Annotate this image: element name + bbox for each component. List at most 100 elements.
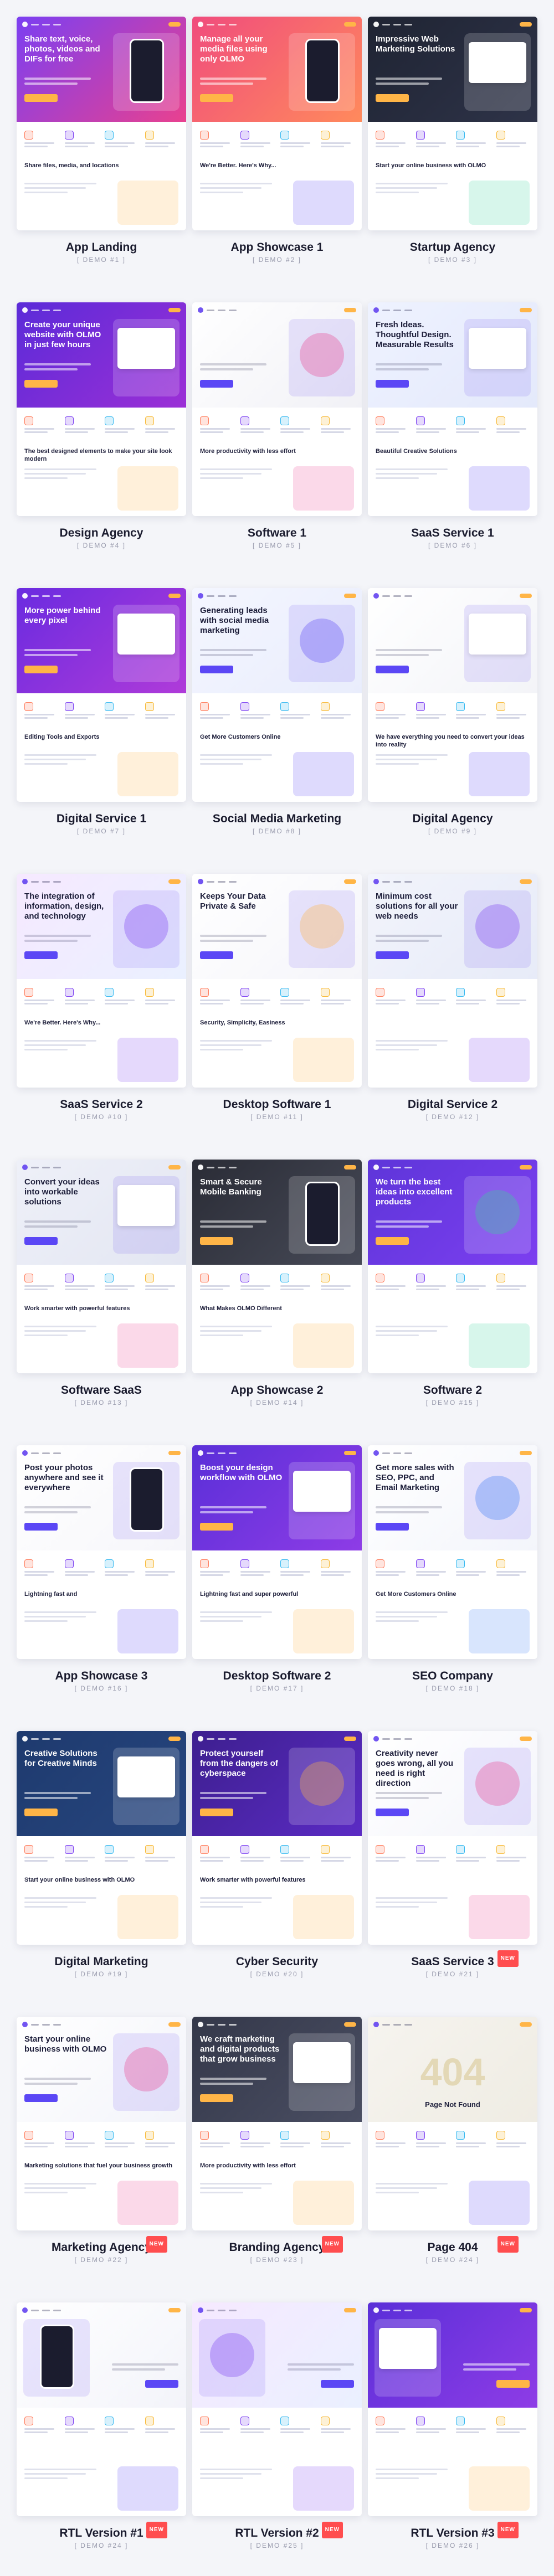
demo-thumbnail[interactable]: Post your photos anywhere and see it eve… — [17, 1445, 186, 1659]
demo-thumbnail[interactable]: Create your unique website with OLMO in … — [17, 302, 186, 516]
nav-cta — [520, 1165, 532, 1169]
demo-thumbnail[interactable]: Fresh Ideas. Thoughtful Design. Measurab… — [368, 302, 537, 516]
demo-thumbnail[interactable]: Start your online business with OLMO Mark… — [17, 2017, 186, 2230]
demo-thumbnail[interactable] — [368, 2302, 537, 2516]
demo-card[interactable]: More productivity with less effort Softwa… — [192, 302, 362, 549]
hero-text-lines — [112, 2363, 178, 2373]
demo-title[interactable]: RTL Version #2 NEW — [192, 2522, 362, 2541]
demo-title[interactable]: Marketing Agency NEW — [17, 2236, 186, 2255]
demo-title[interactable]: App Showcase 1 — [192, 240, 362, 255]
feature-icon — [496, 416, 505, 425]
thumbnail-hero-title: Post your photos anywhere and see it eve… — [24, 1463, 104, 1492]
demo-thumbnail[interactable]: Convert your ideas into workable solutio… — [17, 1160, 186, 1373]
demo-thumbnail[interactable]: More power behind every pixel Editing Too… — [17, 588, 186, 802]
demo-card[interactable]: Creativity never goes wrong, all you nee… — [368, 1731, 537, 1978]
thumbnail-hero: We turn the best ideas into excellent pr… — [368, 1160, 537, 1265]
demo-thumbnail[interactable]: Creative Solutions for Creative Minds Sta… — [17, 1731, 186, 1945]
feature-icon — [240, 1559, 249, 1568]
demo-title[interactable]: App Showcase 3 — [17, 1669, 186, 1683]
demo-thumbnail[interactable]: We turn the best ideas into excellent pr… — [368, 1160, 537, 1373]
demo-thumbnail[interactable]: Manage all your media files using only O… — [192, 17, 362, 230]
demo-thumbnail[interactable]: Share text, voice, photos, videos and DI… — [17, 17, 186, 230]
demo-title[interactable]: Software SaaS — [17, 1383, 186, 1398]
demo-title[interactable]: Branding Agency NEW — [192, 2236, 362, 2255]
demo-thumbnail[interactable]: Smart & Secure Mobile Banking What Makes … — [192, 1160, 362, 1373]
demo-title[interactable]: Software 1 — [192, 526, 362, 540]
demo-card[interactable]: Get more sales with SEO, PPC, and Email … — [368, 1445, 537, 1692]
demo-card[interactable]: Generating leads with social media marke… — [192, 588, 362, 835]
demo-thumbnail[interactable]: Keeps Your Data Private & Safe Security, … — [192, 874, 362, 1088]
demo-card[interactable]: We turn the best ideas into excellent pr… — [368, 1160, 537, 1407]
demo-thumbnail[interactable]: Minimum cost solutions for all your web … — [368, 874, 537, 1088]
demo-card[interactable]: More power behind every pixel Editing Too… — [17, 588, 186, 835]
demo-title[interactable]: Page 404 NEW — [368, 2236, 537, 2255]
demo-number: [ DEMO #17 ] — [250, 1684, 304, 1692]
demo-title[interactable]: Social Media Marketing — [192, 812, 362, 826]
section-image — [293, 1609, 354, 1653]
demo-card[interactable]: Convert your ideas into workable solutio… — [17, 1160, 186, 1407]
demo-title[interactable]: Desktop Software 2 — [192, 1669, 362, 1683]
demo-title[interactable]: SaaS Service 2 — [17, 1098, 186, 1112]
demo-card[interactable]: The integration of information, design, … — [17, 874, 186, 1121]
demo-card[interactable]: Smart & Secure Mobile Banking What Makes … — [192, 1160, 362, 1407]
demo-thumbnail[interactable]: Boost your design workflow with OLMO Ligh… — [192, 1445, 362, 1659]
demo-thumbnail[interactable] — [192, 2302, 362, 2516]
demo-card[interactable]: RTL Version #3 NEW[ DEMO #26 ] — [368, 2302, 537, 2549]
demo-title[interactable]: Cyber Security — [192, 1955, 362, 1969]
demo-title[interactable]: RTL Version #1 NEW — [17, 2522, 186, 2541]
demo-thumbnail[interactable]: Generating leads with social media marke… — [192, 588, 362, 802]
demo-title[interactable]: SaaS Service 1 — [368, 526, 537, 540]
demo-card[interactable]: Keeps Your Data Private & Safe Security, … — [192, 874, 362, 1121]
section-text-lines — [376, 468, 448, 482]
feature-icon — [24, 702, 33, 711]
demo-title[interactable]: Digital Service 1 — [17, 812, 186, 826]
demo-card[interactable]: RTL Version #1 NEW[ DEMO #24 ] — [17, 2302, 186, 2549]
feature-icon — [105, 131, 114, 140]
demo-thumbnail[interactable]: We have everything you need to convert y… — [368, 588, 537, 802]
demo-card[interactable]: Boost your design workflow with OLMO Ligh… — [192, 1445, 362, 1692]
demo-title[interactable]: Digital Service 2 — [368, 1098, 537, 1112]
demo-title[interactable]: Software 2 — [368, 1383, 537, 1398]
demo-card[interactable]: Fresh Ideas. Thoughtful Design. Measurab… — [368, 302, 537, 549]
demo-card[interactable]: RTL Version #2 NEW[ DEMO #25 ] — [192, 2302, 362, 2549]
demo-title[interactable]: Digital Agency — [368, 812, 537, 826]
demo-card[interactable]: Share text, voice, photos, videos and DI… — [17, 17, 186, 264]
demo-thumbnail[interactable]: Creativity never goes wrong, all you nee… — [368, 1731, 537, 1945]
demo-thumbnail[interactable]: More productivity with less effort — [192, 302, 362, 516]
demo-card[interactable]: We craft marketing and digital products … — [192, 2017, 362, 2264]
demo-card[interactable]: Create your unique website with OLMO in … — [17, 302, 186, 549]
demo-title[interactable]: App Showcase 2 — [192, 1383, 362, 1398]
demo-card[interactable]: We have everything you need to convert y… — [368, 588, 537, 835]
demo-thumbnail[interactable]: 404 Page Not Found — [368, 2017, 537, 2230]
demo-card[interactable]: Start your online business with OLMO Mark… — [17, 2017, 186, 2264]
nav-cta — [344, 1737, 356, 1741]
demo-title[interactable]: SaaS Service 3 NEW — [368, 1950, 537, 1969]
thumbnail-navbar — [373, 2021, 532, 2028]
demo-card[interactable]: Manage all your media files using only O… — [192, 17, 362, 264]
demo-thumbnail[interactable]: We craft marketing and digital products … — [192, 2017, 362, 2230]
demo-card[interactable]: Minimum cost solutions for all your web … — [368, 874, 537, 1121]
demo-thumbnail[interactable] — [17, 2302, 186, 2516]
demo-thumbnail[interactable]: Impressive Web Marketing Solutions Start … — [368, 17, 537, 230]
demo-card[interactable]: Impressive Web Marketing Solutions Start … — [368, 17, 537, 264]
demo-thumbnail[interactable]: Protect yourself from the dangers of cyb… — [192, 1731, 362, 1945]
feature-icon — [145, 2417, 154, 2425]
demo-card[interactable]: Post your photos anywhere and see it eve… — [17, 1445, 186, 1692]
demo-title[interactable]: SEO Company — [368, 1669, 537, 1683]
section-image — [117, 181, 178, 225]
demo-title[interactable]: Desktop Software 1 — [192, 1098, 362, 1112]
section-text-lines — [376, 1326, 448, 1339]
demo-thumbnail[interactable]: Get more sales with SEO, PPC, and Email … — [368, 1445, 537, 1659]
demo-title[interactable]: App Landing — [17, 240, 186, 255]
thumbnail-features — [376, 1274, 530, 1292]
logo-icon — [198, 22, 203, 27]
demo-title[interactable]: Design Agency — [17, 526, 186, 540]
demo-card[interactable]: 404 Page Not Found Page 404 NEW [ DEMO #24 ] — [368, 2017, 537, 2264]
demo-thumbnail[interactable]: The integration of information, design, … — [17, 874, 186, 1088]
demo-card[interactable]: Protect yourself from the dangers of cyb… — [192, 1731, 362, 1978]
demo-title[interactable]: Startup Agency — [368, 240, 537, 255]
demo-card[interactable]: Creative Solutions for Creative Minds Sta… — [17, 1731, 186, 1978]
section-text-lines — [376, 1897, 448, 1910]
demo-title[interactable]: RTL Version #3 NEW — [368, 2522, 537, 2541]
demo-title[interactable]: Digital Marketing — [17, 1955, 186, 1969]
